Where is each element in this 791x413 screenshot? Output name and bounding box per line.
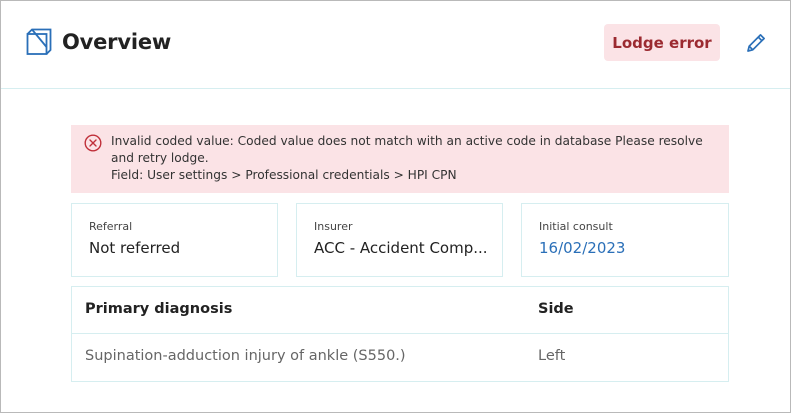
- insurer-card: Insurer ACC - Accident Comp...: [296, 203, 503, 277]
- table-header-row: Primary diagnosis Side: [72, 287, 728, 334]
- insurer-value: ACC - Accident Comp...: [314, 239, 488, 257]
- referral-card: Referral Not referred: [71, 203, 278, 277]
- page-title: Overview: [62, 30, 172, 54]
- document-icon: [26, 28, 52, 55]
- table-row: Supination-adduction injury of ankle (S5…: [72, 334, 728, 381]
- alert-message: Invalid coded value: Coded value does no…: [111, 133, 721, 184]
- lodge-error-button[interactable]: Lodge error: [604, 24, 720, 61]
- initial-consult-date-link[interactable]: 16/02/2023: [539, 239, 625, 257]
- diagnosis-cell: Supination-adduction injury of ankle (S5…: [85, 348, 406, 364]
- referral-value: Not referred: [89, 239, 181, 257]
- alert-line-3: Field: User settings > Professional cred…: [111, 168, 457, 182]
- error-alert: Invalid coded value: Coded value does no…: [71, 125, 729, 193]
- pencil-icon[interactable]: [745, 32, 767, 54]
- column-header-primary-diagnosis: Primary diagnosis: [85, 301, 233, 317]
- panel-header: Overview Lodge error: [1, 1, 790, 89]
- error-circle-x-icon: [84, 134, 102, 152]
- side-cell: Left: [538, 348, 566, 364]
- insurer-label: Insurer: [314, 220, 353, 233]
- column-header-side: Side: [538, 301, 574, 317]
- alert-line-1: Invalid coded value: Coded value does no…: [111, 134, 703, 148]
- overview-panel: Overview Lodge error Invalid coded value…: [0, 0, 791, 413]
- initial-consult-label: Initial consult: [539, 220, 613, 233]
- diagnosis-table: Primary diagnosis Side Supination-adduct…: [71, 286, 729, 382]
- initial-consult-card: Initial consult 16/02/2023: [521, 203, 729, 277]
- referral-label: Referral: [89, 220, 133, 233]
- alert-line-2: and retry lodge.: [111, 151, 209, 165]
